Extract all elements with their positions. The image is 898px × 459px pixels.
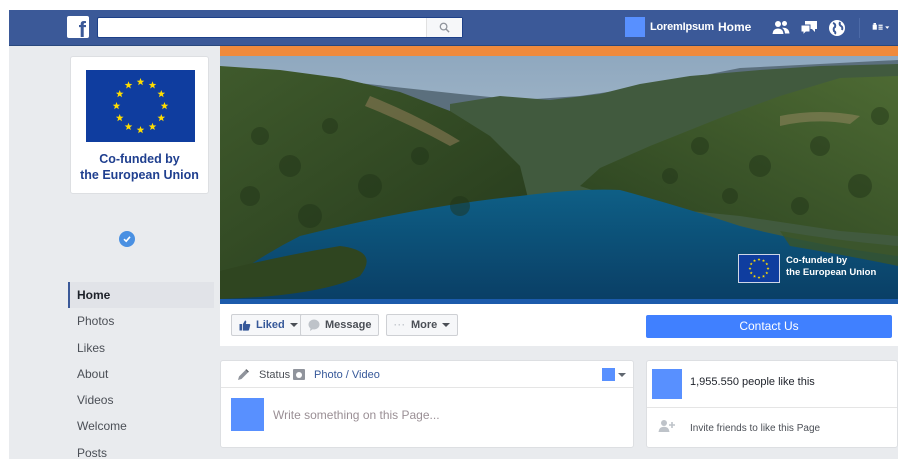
camera-icon <box>293 369 305 380</box>
contact-us-button[interactable]: Contact Us <box>646 315 892 338</box>
eu-star-icon <box>752 259 757 262</box>
profile-picture-card[interactable]: Co-funded by the European Union <box>70 56 209 194</box>
facebook-logo[interactable]: f <box>67 16 89 38</box>
eu-star-icon <box>115 114 124 122</box>
profile-name-link[interactable]: LoremIpsum <box>650 21 714 33</box>
more-button[interactable]: ··· More <box>386 314 459 336</box>
chevron-down-icon[interactable] <box>618 373 626 377</box>
likes-count-text[interactable]: 1,955.550 people like this <box>690 376 815 388</box>
pencil-icon <box>238 369 249 380</box>
post-as-avatar[interactable] <box>602 368 615 381</box>
nav-separator <box>859 18 860 38</box>
eu-star-icon <box>124 122 133 131</box>
sidebar-item-photos[interactable]: Photos <box>68 308 214 334</box>
globe-icon[interactable] <box>827 18 847 38</box>
sidebar-item-posts[interactable]: Posts <box>68 440 214 459</box>
verified-badge-icon <box>119 231 135 247</box>
page-likes-box: 1,955.550 people like this Invite friend… <box>646 360 898 448</box>
cover-eu-flag <box>738 254 780 283</box>
eu-star-icon <box>148 81 157 89</box>
profile-avatar[interactable] <box>625 17 645 37</box>
home-link[interactable]: Home <box>718 20 751 34</box>
eu-cofunded-text: Co-funded by the European Union <box>80 152 199 182</box>
eu-star-icon <box>749 262 753 266</box>
eu-star-icon <box>157 90 166 98</box>
eu-star-icon <box>761 259 766 262</box>
message-button[interactable]: Message <box>300 314 380 336</box>
top-navigation-bar: f LoremIpsum Home <box>9 10 898 46</box>
eu-star-icon <box>112 102 121 110</box>
eu-star-icon <box>765 262 769 266</box>
search-icon <box>439 22 450 33</box>
search-box <box>97 17 463 38</box>
eu-star-icon <box>757 257 761 261</box>
settings-menu-icon[interactable] <box>871 18 891 38</box>
eu-star-icon <box>765 271 769 275</box>
eu-star-icon <box>124 81 133 89</box>
search-input[interactable] <box>98 18 428 37</box>
composer-avatar <box>231 398 264 431</box>
messages-icon[interactable] <box>799 18 819 38</box>
eu-flag <box>86 70 195 142</box>
sidebar-item-likes[interactable]: Likes <box>68 335 214 361</box>
more-dots-icon: ··· <box>394 320 406 330</box>
chevron-down-icon <box>289 323 298 327</box>
composer-tabs: Status Photo / Video <box>221 361 633 388</box>
facebook-page: f LoremIpsum Home Co-funded by the Europ… <box>9 10 898 459</box>
cover-eu-badge: Co-funded by the European Union <box>738 253 888 283</box>
eu-star-icon <box>157 114 166 122</box>
eu-star-icon <box>748 266 752 270</box>
eu-star-icon <box>136 78 145 86</box>
thumbs-up-icon <box>239 320 251 331</box>
post-composer: Status Photo / Video <box>220 360 634 448</box>
likes-avatar <box>652 369 682 399</box>
eu-star-icon <box>148 122 157 131</box>
sidebar-item-home[interactable]: Home <box>68 282 214 309</box>
messenger-icon <box>308 319 320 331</box>
cover-photo[interactable]: Co-funded by the European Union <box>220 56 898 299</box>
eu-star-icon <box>761 274 766 278</box>
composer-input[interactable] <box>273 408 613 422</box>
friend-requests-icon[interactable] <box>771 18 791 38</box>
liked-button[interactable]: Liked <box>231 314 306 336</box>
cover-top-strip <box>220 46 898 56</box>
invite-friends-link[interactable]: Invite friends to like this Page <box>690 423 820 434</box>
eu-star-icon <box>749 271 753 275</box>
tab-status[interactable]: Status <box>259 369 290 381</box>
search-button[interactable] <box>426 18 462 37</box>
chevron-down-icon <box>442 323 451 327</box>
eu-star-icon <box>757 275 761 279</box>
sidebar-item-welcome[interactable]: Welcome <box>68 413 214 439</box>
eu-star-icon <box>136 126 145 134</box>
eu-star-icon <box>766 266 770 270</box>
eu-star-icon <box>160 102 169 110</box>
eu-star-icon <box>115 90 124 98</box>
sidebar-item-about[interactable]: About <box>68 361 214 387</box>
cover-eu-text: Co-funded by the European Union <box>786 255 877 278</box>
page-action-bar: Liked Message ··· More Contact Us <box>220 304 898 346</box>
sidebar-item-videos[interactable]: Videos <box>68 387 214 413</box>
page-navigation: Home Photos Likes About Videos Welcome P… <box>68 282 214 459</box>
eu-star-icon <box>752 274 757 278</box>
add-friend-icon <box>658 420 675 432</box>
tab-photo-video[interactable]: Photo / Video <box>314 369 380 381</box>
likes-divider <box>647 407 897 408</box>
